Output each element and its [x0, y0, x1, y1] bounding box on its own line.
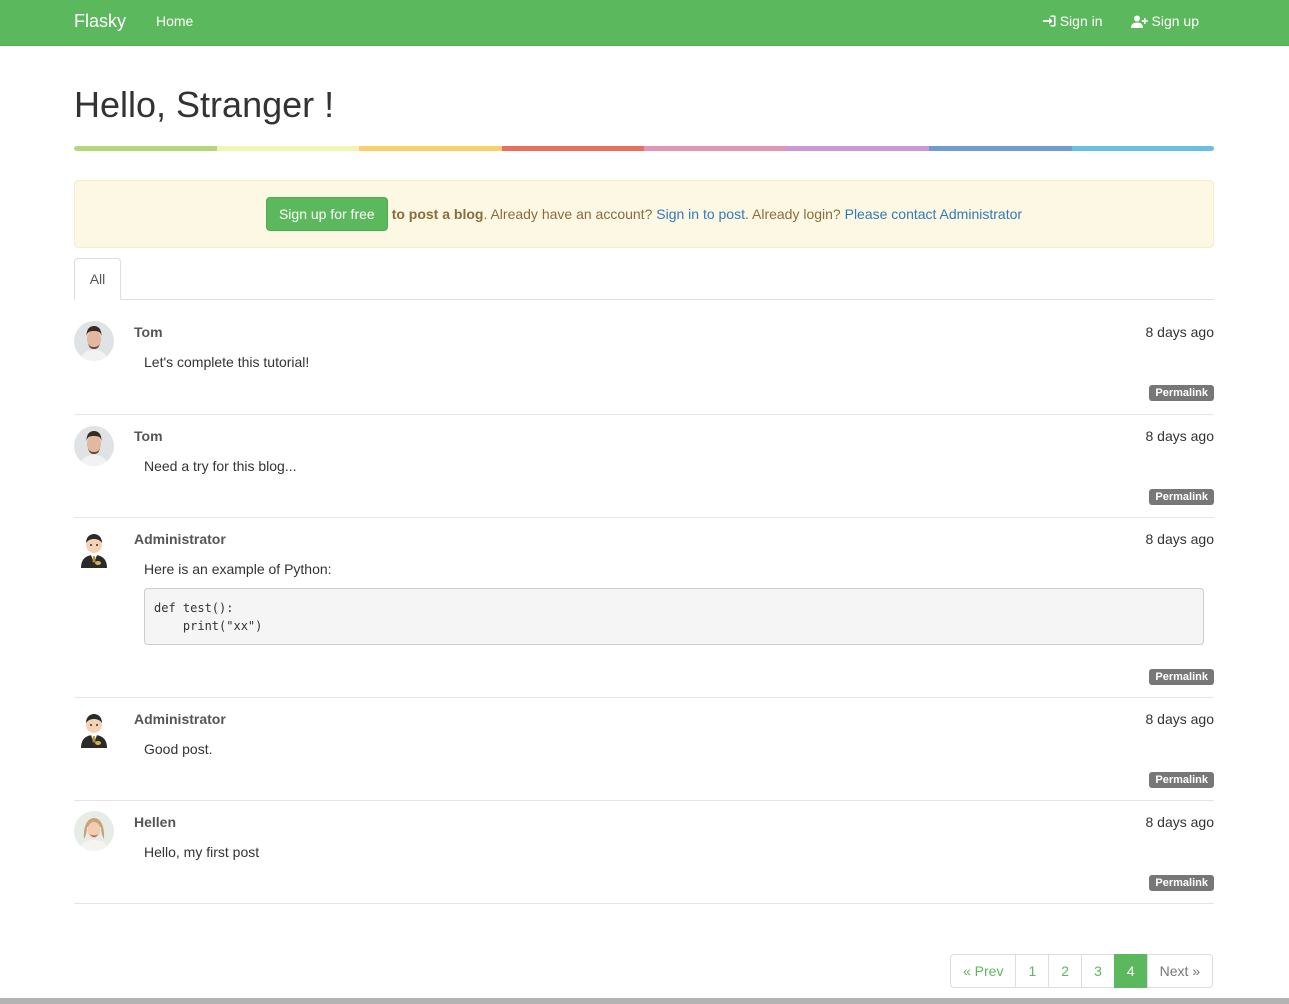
post-item: Tom 8 days ago Let's complete this tutor…	[74, 300, 1214, 415]
woman-avatar[interactable]	[74, 811, 114, 851]
navbar: Flasky Home Sign in Sign up	[0, 0, 1289, 46]
pagination-next[interactable]: Next »	[1146, 954, 1214, 988]
post-author[interactable]: Administrator	[134, 531, 226, 547]
rainbow-divider	[74, 146, 1214, 151]
signup-alert: Sign up for free to post a blog. Already…	[74, 180, 1214, 248]
nav-right: Sign in Sign up	[1042, 0, 1199, 46]
rainbow-segment	[1071, 146, 1214, 151]
post-body: Need a try for this blog...	[144, 458, 297, 474]
post-date: 8 days ago	[1145, 814, 1215, 830]
admin-avatar[interactable]	[74, 708, 114, 748]
post-body: Let's complete this tutorial!	[144, 354, 310, 370]
user-plus-icon	[1130, 15, 1148, 28]
permalink-badge[interactable]: Permalink	[1149, 875, 1214, 891]
alert-text-1: . Already have an account?	[483, 206, 657, 222]
sign-in-label: Sign in	[1059, 13, 1103, 29]
permalink-badge[interactable]: Permalink	[1149, 669, 1214, 685]
pagination: « Prev 1 2 3 4 Next »	[950, 954, 1214, 988]
sign-up-link[interactable]: Sign up	[1130, 13, 1199, 29]
man-avatar[interactable]	[74, 321, 114, 361]
admin-avatar[interactable]	[74, 528, 114, 568]
alert-text-2: . Already login?	[744, 206, 845, 222]
man-avatar[interactable]	[74, 426, 114, 466]
sign-in-icon	[1042, 15, 1056, 27]
permalink-badge[interactable]: Permalink	[1149, 772, 1214, 788]
pagination-page-3[interactable]: 3	[1081, 954, 1115, 988]
pagination-page-4[interactable]: 4	[1113, 954, 1148, 988]
post-item: Tom 8 days ago Need a try for this blog.…	[74, 415, 1214, 518]
sign-up-for-free-button[interactable]: Sign up for free	[265, 197, 388, 231]
post-date: 8 days ago	[1145, 324, 1215, 340]
page-title: Hello, Stranger !	[74, 84, 335, 125]
post-author[interactable]: Tom	[134, 428, 163, 444]
pagination-prev[interactable]: « Prev	[950, 954, 1017, 988]
tab-all[interactable]: All	[74, 258, 121, 300]
contact-admin-link[interactable]: Please contact Administrator	[845, 206, 1022, 222]
bottom-scroll-bar	[0, 998, 1289, 1004]
post-date: 8 days ago	[1145, 428, 1215, 444]
sign-in-link[interactable]: Sign in	[1042, 13, 1103, 29]
post-date: 8 days ago	[1145, 711, 1215, 727]
rainbow-segment	[644, 146, 787, 151]
post-item: Administrator 8 days ago Good post. Perm…	[74, 698, 1214, 801]
rainbow-segment	[786, 146, 929, 151]
permalink-badge[interactable]: Permalink	[1149, 385, 1214, 401]
post-item: Hellen 8 days ago Hello, my first post P…	[74, 801, 1214, 904]
post-body: Good post.	[144, 741, 213, 757]
post-date: 8 days ago	[1145, 531, 1215, 547]
pagination-page-1[interactable]: 1	[1015, 954, 1050, 988]
nav-home-link[interactable]: Home	[156, 0, 193, 46]
post-item: Administrator 8 days ago Here is an exam…	[74, 518, 1214, 698]
sign-in-to-post-link[interactable]: Sign in to post	[656, 206, 745, 222]
brand-link[interactable]: Flasky	[74, 0, 126, 46]
post-list: Tom 8 days ago Let's complete this tutor…	[74, 300, 1214, 904]
alert-bold-text: to post a blog	[391, 206, 484, 222]
pagination-page-2[interactable]: 2	[1048, 954, 1083, 988]
code-block: def test(): print("xx")	[144, 588, 1204, 645]
rainbow-segment	[359, 146, 502, 151]
rainbow-segment	[929, 146, 1072, 151]
permalink-badge[interactable]: Permalink	[1149, 489, 1214, 505]
post-body: Here is an example of Python:	[144, 561, 332, 577]
sign-up-label: Sign up	[1151, 13, 1199, 29]
rainbow-segment	[216, 146, 359, 151]
rainbow-segment	[501, 146, 644, 151]
post-body: Hello, my first post	[144, 844, 260, 860]
post-tabs: All	[74, 258, 1214, 300]
post-author[interactable]: Tom	[134, 324, 163, 340]
post-author[interactable]: Hellen	[134, 814, 176, 830]
rainbow-segment	[74, 146, 217, 151]
post-author[interactable]: Administrator	[134, 711, 226, 727]
